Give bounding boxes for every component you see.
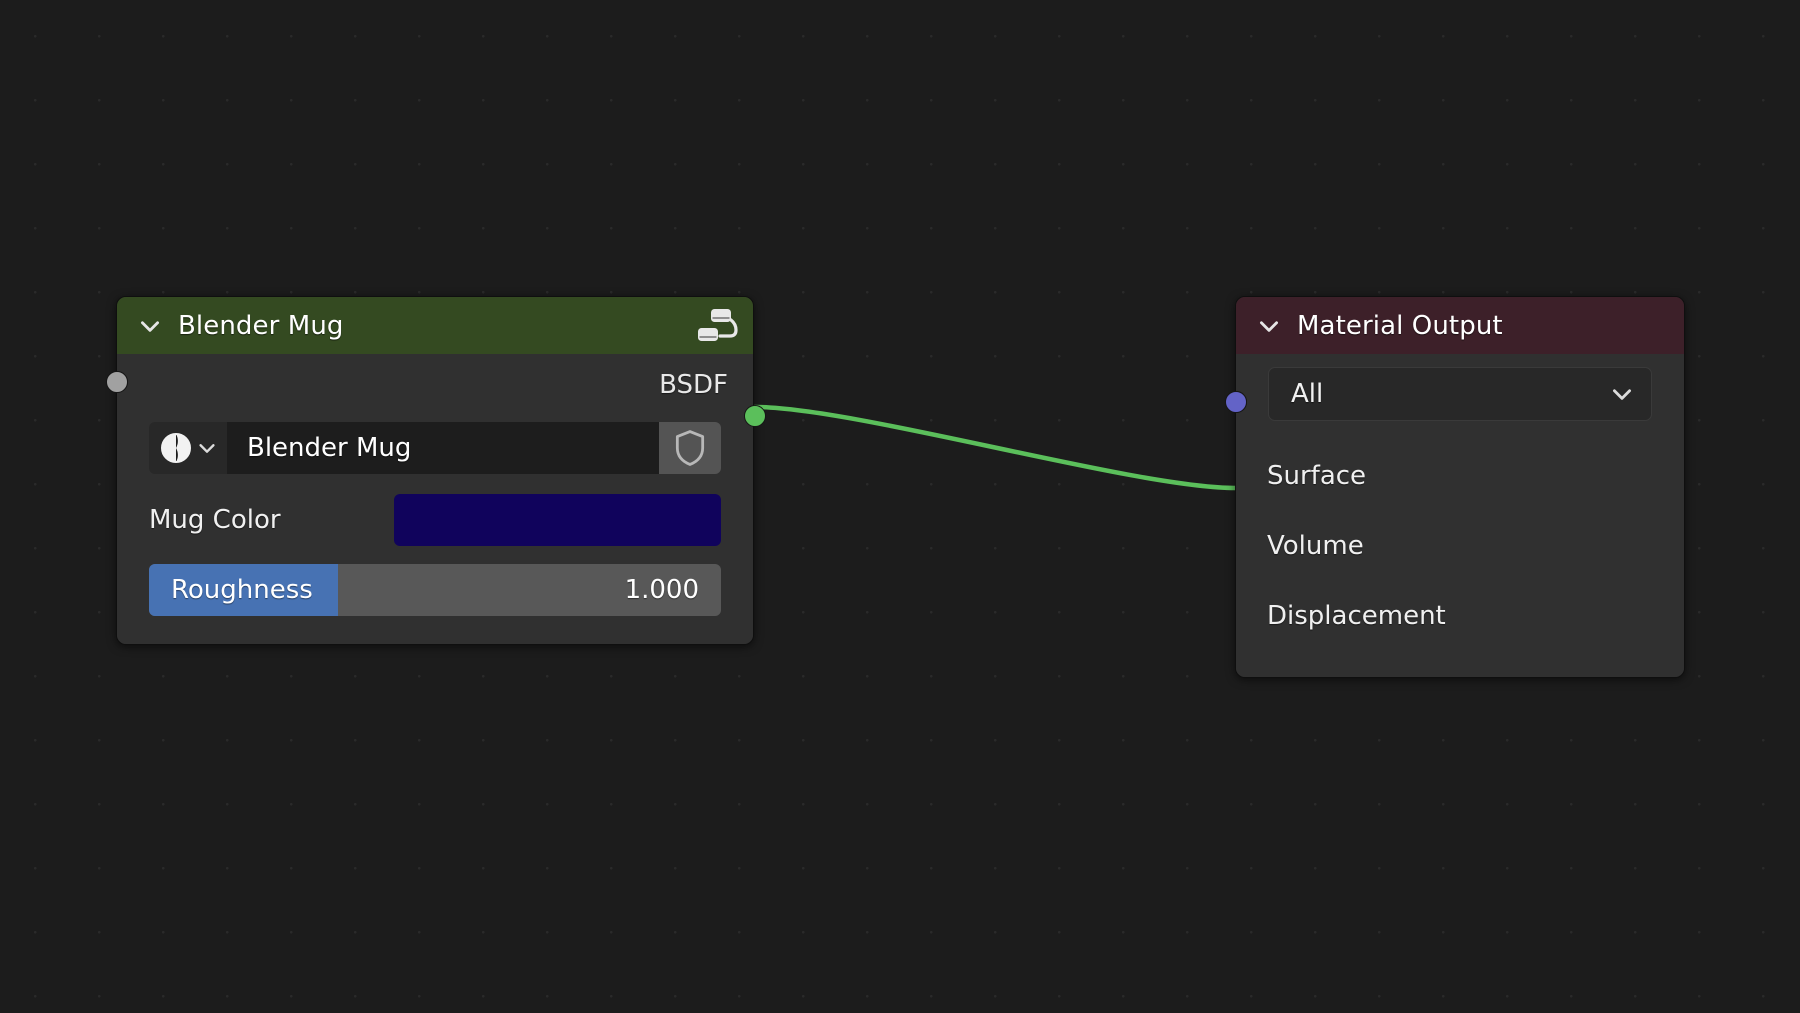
chevron-down-icon[interactable]	[1609, 381, 1635, 407]
material-name-value: Blender Mug	[247, 433, 412, 463]
material-name-field[interactable]: Blender Mug	[227, 422, 659, 474]
chevron-down-icon[interactable]	[1256, 313, 1282, 339]
input-label-surface: Surface	[1267, 461, 1367, 491]
browse-material-button[interactable]	[149, 422, 227, 474]
node-header-blender-mug[interactable]: Blender Mug	[117, 297, 753, 354]
slider-label-roughness: Roughness	[171, 575, 313, 605]
input-row-displacement[interactable]: Displacement	[1225, 391, 1684, 651]
node-body-material-output: All Surface Volume Displacement	[1225, 367, 1684, 677]
shader-socket-bsdf[interactable]	[744, 405, 766, 427]
shield-icon	[675, 430, 705, 466]
slider-value-roughness: 1.000	[624, 575, 699, 605]
target-dropdown[interactable]: All	[1268, 367, 1652, 421]
color-swatch-mug-color[interactable]	[394, 494, 721, 546]
node-group-icon[interactable]	[693, 306, 739, 346]
target-dropdown-row: All	[1236, 367, 1684, 421]
vector-socket-displacement[interactable]	[1225, 391, 1247, 413]
input-row-surface[interactable]: Surface	[1225, 391, 1684, 511]
node-editor-canvas[interactable]: Blender Mug BSDF Blender Mug Mug Color R…	[0, 0, 1800, 1013]
property-row-mug-color[interactable]: Mug Color	[106, 371, 753, 548]
node-header-material-output[interactable]: Material Output	[1236, 297, 1684, 354]
node-title-material-output: Material Output	[1297, 310, 1503, 341]
input-label-displacement: Displacement	[1267, 601, 1446, 631]
chevron-down-icon[interactable]	[196, 437, 218, 459]
slider-roughness[interactable]: Roughness 1.000	[149, 564, 721, 616]
node-bottom-padding	[117, 618, 753, 644]
fake-user-button[interactable]	[659, 422, 721, 474]
chevron-down-icon[interactable]	[137, 313, 163, 339]
input-rows-top-pad	[1236, 421, 1684, 441]
material-sphere-icon	[161, 433, 191, 463]
node-title-blender-mug: Blender Mug	[178, 310, 344, 341]
property-label-mug-color: Mug Color	[149, 505, 281, 535]
output-label-bsdf: BSDF	[659, 370, 728, 400]
color-swatch-wrap	[281, 494, 721, 546]
input-row-volume[interactable]: Volume	[1225, 391, 1684, 581]
node-material-output[interactable]: Material Output All Surface Volume Displ…	[1225, 296, 1685, 678]
bsdf-to-surface-link	[752, 404, 1238, 491]
property-row-roughness[interactable]: Roughness 1.000	[106, 371, 753, 618]
node-body-blender-mug: BSDF Blender Mug Mug Color Roughness 1.0…	[106, 354, 766, 644]
material-datablock-row: Blender Mug	[117, 422, 753, 474]
target-dropdown-value: All	[1291, 379, 1324, 409]
input-label-volume: Volume	[1267, 531, 1364, 561]
value-socket-roughness[interactable]	[106, 371, 128, 393]
output-row-bsdf[interactable]: BSDF	[117, 354, 766, 427]
material-datablock[interactable]: Blender Mug	[149, 422, 721, 474]
node-bottom-padding	[1236, 651, 1684, 677]
node-blender-mug[interactable]: Blender Mug BSDF Blender Mug Mug Color R…	[106, 296, 766, 645]
